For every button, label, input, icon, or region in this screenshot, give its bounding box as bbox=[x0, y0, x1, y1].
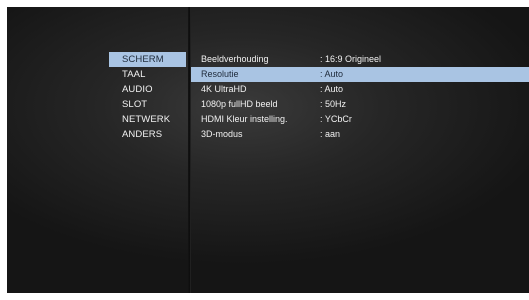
setting-row-1080p-fullhd[interactable]: 1080p fullHD beeld : 50Hz bbox=[191, 97, 529, 112]
category-label: NETWERK bbox=[122, 114, 171, 125]
category-item-netwerk[interactable]: NETWERK bbox=[109, 112, 186, 127]
settings-list: Beeldverhouding : 16:9 Origineel Resolut… bbox=[191, 52, 529, 142]
setting-label: Resolutie bbox=[201, 69, 239, 79]
setting-value: : Auto bbox=[320, 69, 344, 79]
category-label: ANDERS bbox=[122, 129, 163, 140]
setting-label: 4K UltraHD bbox=[201, 84, 247, 94]
category-label: SLOT bbox=[122, 99, 148, 110]
setting-row-beeldverhouding[interactable]: Beeldverhouding : 16:9 Origineel bbox=[191, 52, 529, 67]
menu-divider bbox=[188, 7, 191, 293]
setting-row-resolutie[interactable]: Resolutie : Auto bbox=[191, 67, 529, 82]
setting-value: : YCbCr bbox=[320, 114, 352, 124]
category-item-slot[interactable]: SLOT bbox=[109, 97, 186, 112]
category-label: AUDIO bbox=[122, 84, 153, 95]
category-menu: SCHERM TAAL AUDIO SLOT NETWERK ANDERS bbox=[109, 52, 186, 142]
setting-row-hdmi-kleur[interactable]: HDMI Kleur instelling. : YCbCr bbox=[191, 112, 529, 127]
setting-value: : 16:9 Origineel bbox=[320, 54, 382, 64]
category-item-anders[interactable]: ANDERS bbox=[109, 127, 186, 142]
category-item-audio[interactable]: AUDIO bbox=[109, 82, 186, 97]
setting-value: : Auto bbox=[320, 84, 344, 94]
setting-label: HDMI Kleur instelling. bbox=[201, 114, 288, 124]
setting-row-4k-ultrahd[interactable]: 4K UltraHD : Auto bbox=[191, 82, 529, 97]
category-item-taal[interactable]: TAAL bbox=[109, 67, 186, 82]
setting-value: : aan bbox=[320, 129, 341, 139]
category-label: TAAL bbox=[122, 69, 146, 80]
setting-label: Beeldverhouding bbox=[201, 54, 269, 64]
setup-menu-screen: SCHERM TAAL AUDIO SLOT NETWERK ANDERS Be… bbox=[7, 7, 529, 293]
category-item-scherm[interactable]: SCHERM bbox=[109, 52, 186, 67]
setting-row-3d-modus[interactable]: 3D-modus : aan bbox=[191, 127, 529, 142]
setting-label: 3D-modus bbox=[201, 129, 243, 139]
category-label: SCHERM bbox=[122, 54, 164, 65]
setting-value: : 50Hz bbox=[320, 99, 347, 109]
setting-label: 1080p fullHD beeld bbox=[201, 99, 278, 109]
